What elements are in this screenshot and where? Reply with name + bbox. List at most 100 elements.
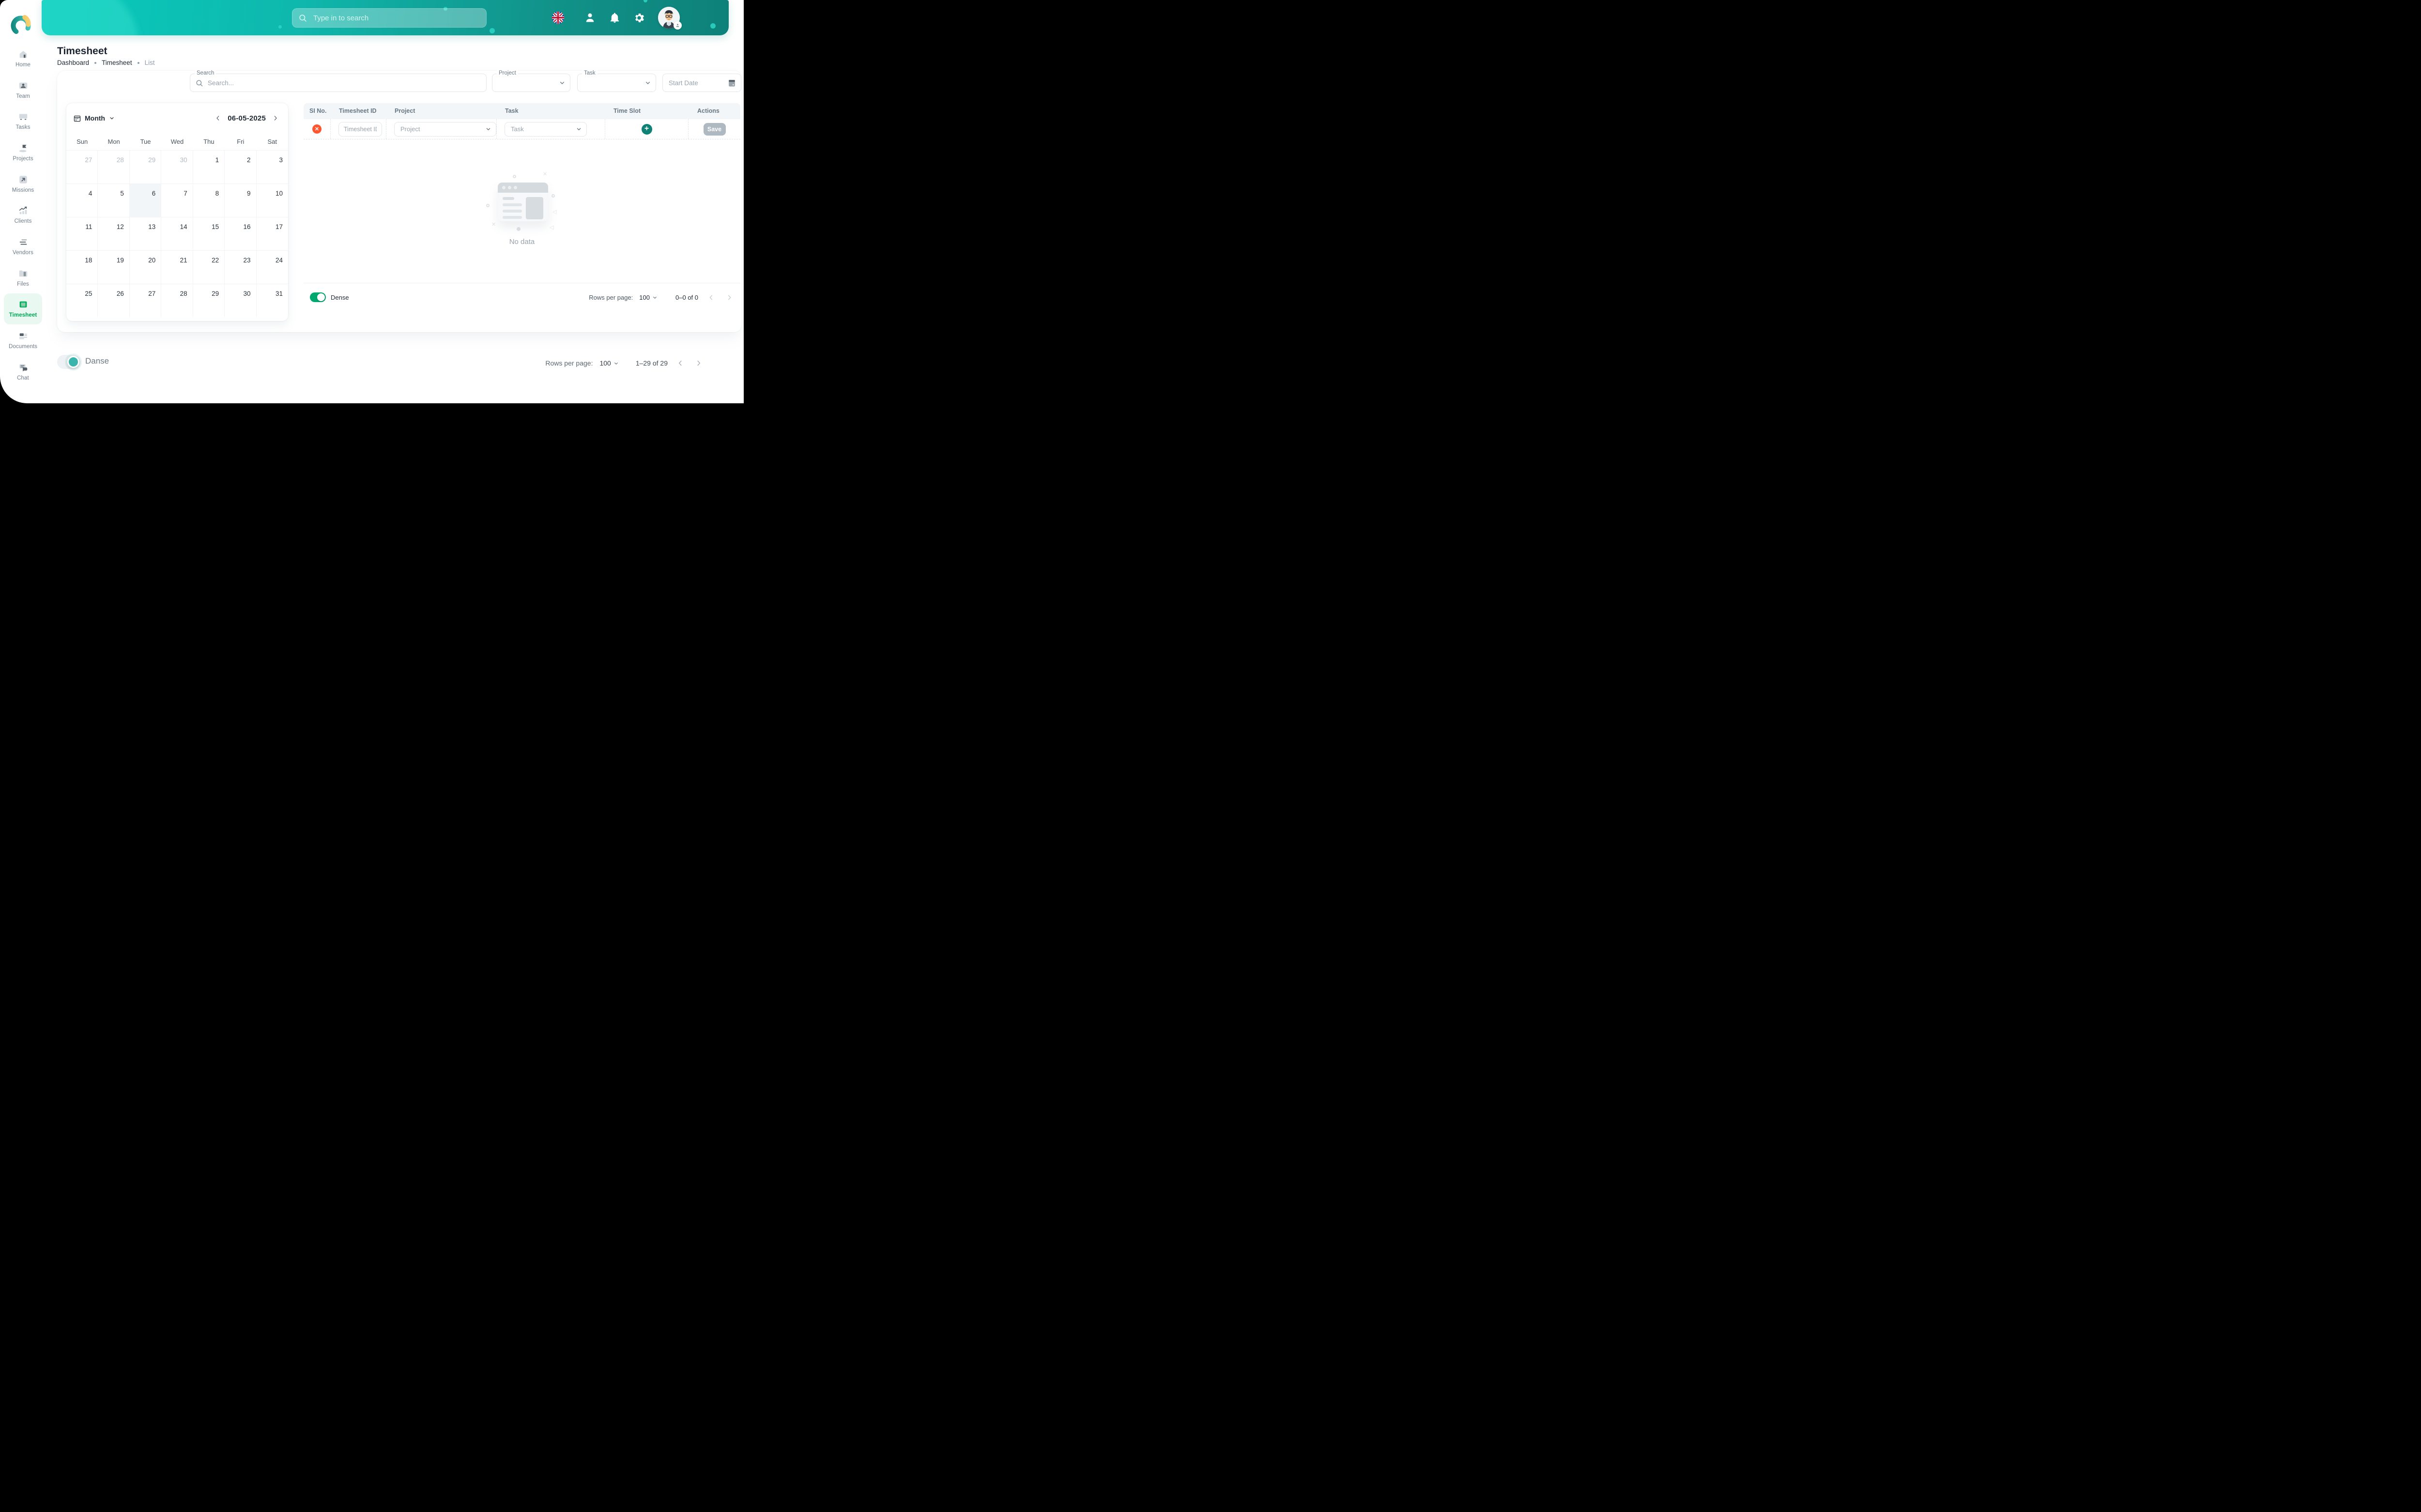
sidebar-item-tasks[interactable]: Tasks bbox=[4, 105, 42, 137]
add-time-slot-button[interactable]: + bbox=[642, 124, 652, 135]
filter-search-input[interactable] bbox=[207, 74, 429, 92]
sidebar-item-timesheet[interactable]: Timesheet bbox=[4, 293, 42, 325]
calendar-day[interactable]: 23 bbox=[225, 250, 256, 284]
calendar-day[interactable]: 13 bbox=[130, 217, 161, 250]
sidebar-item-label: Missions bbox=[12, 187, 34, 193]
weekday-label: Fri bbox=[225, 133, 256, 150]
top-header-bar bbox=[42, 0, 729, 35]
start-date-placeholder: Start Date bbox=[669, 74, 698, 92]
calendar-day[interactable]: 27 bbox=[66, 150, 98, 183]
rows-per-page-select[interactable]: 100 bbox=[639, 294, 658, 301]
sidebar-item-team[interactable]: Team bbox=[4, 74, 42, 106]
sidebar-item-missions[interactable]: Missions bbox=[4, 168, 42, 199]
next-page-button[interactable] bbox=[693, 357, 705, 369]
list-lines-icon bbox=[18, 237, 29, 247]
calendar-day[interactable]: 17 bbox=[257, 217, 288, 250]
calendar-day[interactable]: 14 bbox=[161, 217, 193, 250]
filter-search-field[interactable]: Search bbox=[190, 74, 487, 92]
calendar-day[interactable]: 21 bbox=[161, 250, 193, 284]
app-logo[interactable] bbox=[9, 13, 33, 37]
notifications-button[interactable] bbox=[605, 0, 624, 35]
calendar-day[interactable]: 6 bbox=[130, 183, 161, 217]
rows-per-page-select[interactable]: 100 bbox=[599, 359, 619, 367]
calendar-day[interactable]: 8 bbox=[193, 183, 225, 217]
calendar-day[interactable]: 25 bbox=[66, 284, 98, 317]
language-button[interactable] bbox=[548, 0, 567, 35]
calendar-day[interactable]: 3 bbox=[257, 150, 288, 183]
calendar-day[interactable]: 1 bbox=[193, 150, 225, 183]
breadcrumb: Dashboard Timesheet List bbox=[57, 59, 155, 66]
calendar-day[interactable]: 15 bbox=[193, 217, 225, 250]
calendar-day[interactable]: 28 bbox=[98, 150, 129, 183]
calendar-day[interactable]: 30 bbox=[161, 150, 193, 183]
filter-task-select[interactable]: Task bbox=[577, 74, 656, 92]
dense-toggle[interactable] bbox=[310, 292, 326, 302]
next-page-button[interactable] bbox=[723, 291, 735, 303]
calendar-day[interactable]: 4 bbox=[66, 183, 98, 217]
filter-project-select[interactable]: Project bbox=[492, 74, 570, 92]
breadcrumb-timesheet[interactable]: Timesheet bbox=[102, 59, 132, 66]
column-header-si-no: SI No. bbox=[304, 103, 331, 119]
logo-icon bbox=[9, 13, 33, 37]
no-data-window bbox=[498, 183, 548, 221]
cell-si-no: ✕ bbox=[304, 119, 331, 139]
settings-button[interactable] bbox=[629, 0, 649, 35]
weekday-label: Sun bbox=[66, 133, 98, 150]
previous-page-button[interactable] bbox=[705, 291, 717, 303]
calendar-day[interactable]: 7 bbox=[161, 183, 193, 217]
calendar-day[interactable]: 20 bbox=[130, 250, 161, 284]
user-avatar-button[interactable] bbox=[658, 7, 680, 29]
calendar-day[interactable]: 10 bbox=[257, 183, 288, 217]
home-icon bbox=[18, 49, 29, 60]
calendar-day[interactable]: 24 bbox=[257, 250, 288, 284]
sidebar-item-files[interactable]: Files bbox=[4, 262, 42, 293]
calendar-current-date: 06-05-2025 bbox=[228, 114, 266, 122]
calendar-day[interactable]: 12 bbox=[98, 217, 129, 250]
table-header-row: SI No. Timesheet ID Project Task Time Sl… bbox=[304, 103, 740, 119]
global-search-input[interactable] bbox=[312, 14, 480, 23]
calendar-next-button[interactable] bbox=[270, 112, 281, 124]
chevron-down-icon bbox=[613, 360, 619, 367]
header-decor-dot bbox=[490, 28, 495, 33]
calendar-day[interactable]: 16 bbox=[225, 217, 256, 250]
calendar-day[interactable]: 11 bbox=[66, 217, 98, 250]
remove-row-button[interactable]: ✕ bbox=[312, 124, 322, 134]
calendar-day[interactable]: 5 bbox=[98, 183, 129, 217]
calendar-day[interactable]: 26 bbox=[98, 284, 129, 317]
global-search[interactable] bbox=[292, 8, 487, 28]
calendar-view-dropdown[interactable]: Month bbox=[73, 114, 115, 122]
weekday-label: Mon bbox=[98, 133, 129, 150]
calendar-prev-button[interactable] bbox=[212, 112, 224, 124]
profile-button[interactable] bbox=[580, 0, 599, 35]
calendar-day[interactable]: 30 bbox=[225, 284, 256, 317]
calendar-day[interactable]: 31 bbox=[257, 284, 288, 317]
sidebar-item-vendors[interactable]: Vendors bbox=[4, 230, 42, 262]
calendar-day[interactable]: 9 bbox=[225, 183, 256, 217]
breadcrumb-dashboard[interactable]: Dashboard bbox=[57, 59, 89, 66]
calendar-day[interactable]: 29 bbox=[193, 284, 225, 317]
filter-start-date-field[interactable]: Start Date bbox=[662, 74, 741, 92]
calendar-day[interactable]: 27 bbox=[130, 284, 161, 317]
calendar-day[interactable]: 29 bbox=[130, 150, 161, 183]
danse-toggle[interactable] bbox=[57, 355, 80, 369]
sidebar-item-label: Vendors bbox=[13, 250, 33, 256]
page-pagination: Rows per page: 100 1–29 of 29 bbox=[545, 357, 705, 369]
sidebar-item-home[interactable]: Home bbox=[4, 43, 42, 74]
save-button[interactable]: Save bbox=[704, 123, 726, 136]
task-select[interactable]: Task bbox=[505, 122, 587, 137]
column-header-timesheet-id: Timesheet ID bbox=[331, 103, 386, 119]
previous-page-button[interactable] bbox=[674, 357, 686, 369]
calendar-day[interactable]: 19 bbox=[98, 250, 129, 284]
calendar-day[interactable]: 18 bbox=[66, 250, 98, 284]
sidebar-item-projects[interactable]: Projects bbox=[4, 137, 42, 168]
calendar-grid: 2728293012345678910111213141516171819202… bbox=[66, 150, 288, 317]
timesheet-id-input[interactable] bbox=[338, 122, 382, 137]
calendar-day[interactable]: 22 bbox=[193, 250, 225, 284]
table-input-row: ✕ Project Task bbox=[304, 119, 740, 139]
calendar-panel: Month 06-05-2025 bbox=[66, 103, 288, 321]
flag-icon bbox=[18, 143, 29, 153]
calendar-day[interactable]: 2 bbox=[225, 150, 256, 183]
sidebar-item-clients[interactable]: Clients bbox=[4, 199, 42, 230]
calendar-day[interactable]: 28 bbox=[161, 284, 193, 317]
project-select[interactable]: Project bbox=[394, 122, 496, 137]
